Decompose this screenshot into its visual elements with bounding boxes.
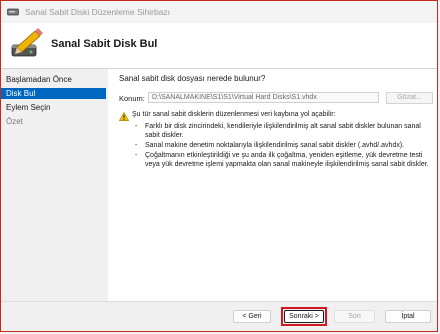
warning-item-text: Farklı bir disk zincirindeki, kendileriy… — [145, 123, 421, 139]
warning-heading: Şu tür sanal sabit disklerin düzenlenmes… — [132, 111, 336, 118]
header-banner: Sanal Sabit Disk Bul — [1, 23, 437, 69]
list-item: - Farklı bir disk zincirindeki, kendileri… — [135, 123, 421, 139]
location-label: Konum: — [119, 94, 145, 103]
main-content: Sanal sabit disk dosyası nerede bulunur?… — [108, 69, 437, 301]
list-item: - Çoğaltmanın etkinleştirildiği ve şu and… — [135, 152, 429, 168]
title-bar: Sanal Sabit Diski Düzenleme Sihirbazı — [1, 1, 437, 23]
hard-disk-icon — [7, 8, 19, 16]
finish-button[interactable]: Son — [334, 310, 375, 323]
browse-button[interactable]: Gözat... — [386, 92, 433, 104]
warning-list: - Farklı bir disk zincirindeki, kendileri… — [131, 122, 431, 170]
window-title: Sanal Sabit Diski Düzenleme Sihirbazı — [25, 7, 171, 17]
nav-item-choose-action[interactable]: Eylem Seçin — [1, 102, 106, 113]
cancel-button[interactable]: İptal — [385, 310, 431, 323]
location-prompt: Sanal sabit disk dosyası nerede bulunur? — [119, 74, 266, 83]
page-title: Sanal Sabit Disk Bul — [51, 38, 158, 50]
warning-item-text: Çoğaltmanın etkinleştirildiği ve şu anda… — [145, 152, 429, 168]
nav-item-summary[interactable]: Özet — [1, 116, 106, 127]
back-button[interactable]: < Geri — [233, 310, 271, 323]
nav-item-before-you-begin[interactable]: Başlamadan Önce — [1, 74, 106, 85]
nav-item-locate-disk[interactable]: Disk Bul — [1, 88, 106, 99]
next-button[interactable]: Sonraki > — [284, 310, 324, 323]
wizard-step-nav: Başlamadan Önce Disk Bul Eylem Seçin Öze… — [1, 69, 108, 304]
wizard-window: Sanal Sabit Diski Düzenleme Sihirbazı Sa… — [0, 0, 438, 332]
disk-pencil-icon — [11, 28, 43, 57]
warning-icon — [119, 112, 129, 121]
list-item: - Sanal makine denetim noktalarıyla ilişk… — [135, 142, 405, 149]
location-field[interactable]: D:\SANALMAKINE\S1\S1\Virtual Hard Disks\… — [148, 92, 379, 103]
footer-divider — [1, 301, 437, 302]
warning-item-text: Sanal makine denetim noktalarıyla ilişki… — [145, 142, 405, 149]
